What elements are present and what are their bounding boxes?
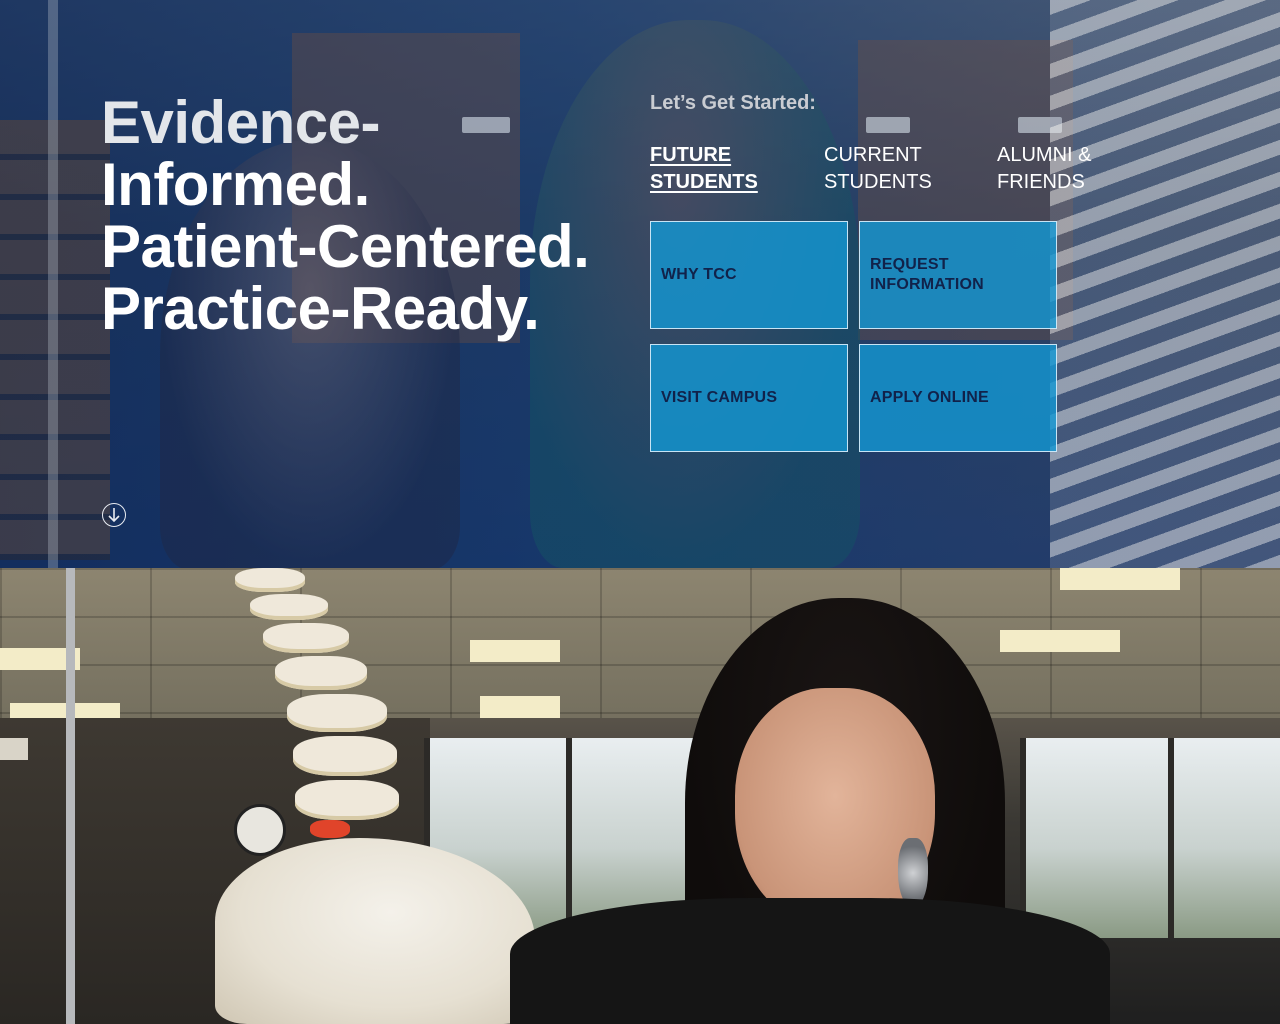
student-photo-section <box>0 568 1280 1024</box>
lets-get-started-label: Let’s Get Started: <box>650 92 816 114</box>
vertebra <box>263 623 349 653</box>
tab-label-line: STUDENTS <box>650 171 758 193</box>
tile-label-line: REQUEST <box>870 256 949 273</box>
hero-background-light <box>1018 117 1062 133</box>
vertebra <box>287 694 387 732</box>
tab-current-students[interactable]: CURRENT STUDENTS <box>824 142 974 196</box>
ceiling-light <box>1060 568 1180 590</box>
visit-campus-button[interactable]: VISIT CAMPUS <box>650 344 848 452</box>
tile-label: REQUEST INFORMATION <box>870 255 984 295</box>
window <box>1168 738 1280 938</box>
tile-label: APPLY ONLINE <box>870 388 989 408</box>
headline-line: Evidence- <box>101 89 380 156</box>
herniated-disc <box>310 820 350 838</box>
tab-alumni-friends[interactable]: ALUMNI & FRIENDS <box>997 142 1147 196</box>
tab-label-line: FRIENDS <box>997 171 1085 193</box>
hero-background-pole <box>48 0 58 568</box>
hero-background-shelf <box>0 120 110 560</box>
vertebra <box>235 568 305 592</box>
pelvis-model <box>215 838 535 1024</box>
tab-label-line: STUDENTS <box>824 171 932 193</box>
spine-model <box>205 568 535 1024</box>
tab-label-line: CURRENT <box>824 144 922 166</box>
vertebra <box>295 780 399 820</box>
apply-online-button[interactable]: APPLY ONLINE <box>859 344 1057 452</box>
tile-label-line: APPLY ONLINE <box>870 389 989 406</box>
tile-label-line: INFORMATION <box>870 276 984 293</box>
tab-label-line: FUTURE <box>650 144 732 166</box>
arrow-down-circle-icon <box>108 508 120 523</box>
vertebra <box>275 656 367 690</box>
audience-tabs: FUTURE STUDENTS CURRENT STUDENTS ALUMNI … <box>650 142 1091 198</box>
vertebra <box>293 736 397 776</box>
tile-label: VISIT CAMPUS <box>661 388 777 408</box>
exit-sign <box>0 738 28 760</box>
tile-label: WHY TCC <box>661 265 737 285</box>
headline-line: Informed. <box>101 151 370 218</box>
tile-label-line: WHY TCC <box>661 266 737 283</box>
hero-background-light <box>866 117 910 133</box>
tab-label-line: ALUMNI & <box>997 144 1092 166</box>
tab-future-students[interactable]: FUTURE STUDENTS <box>650 142 800 196</box>
tile-label-line: VISIT CAMPUS <box>661 389 778 406</box>
headline-line: Patient-Centered. <box>101 213 590 280</box>
stand-pole <box>66 568 75 1024</box>
why-tcc-button[interactable]: WHY TCC <box>650 221 848 329</box>
student-body <box>510 898 1110 1024</box>
hero-background-skeleton <box>1050 0 1280 568</box>
headline-line: Practice-Ready. <box>101 275 540 342</box>
scroll-down-button[interactable] <box>102 503 126 527</box>
hero-headline: Evidence- Informed. Patient-Centered. Pr… <box>101 89 590 342</box>
vertebra <box>250 594 328 620</box>
ceiling-light <box>1000 630 1120 652</box>
hero-section: Evidence- Informed. Patient-Centered. Pr… <box>0 0 1280 568</box>
window <box>1020 738 1176 938</box>
request-information-button[interactable]: REQUEST INFORMATION <box>859 221 1057 329</box>
earring <box>898 838 928 908</box>
